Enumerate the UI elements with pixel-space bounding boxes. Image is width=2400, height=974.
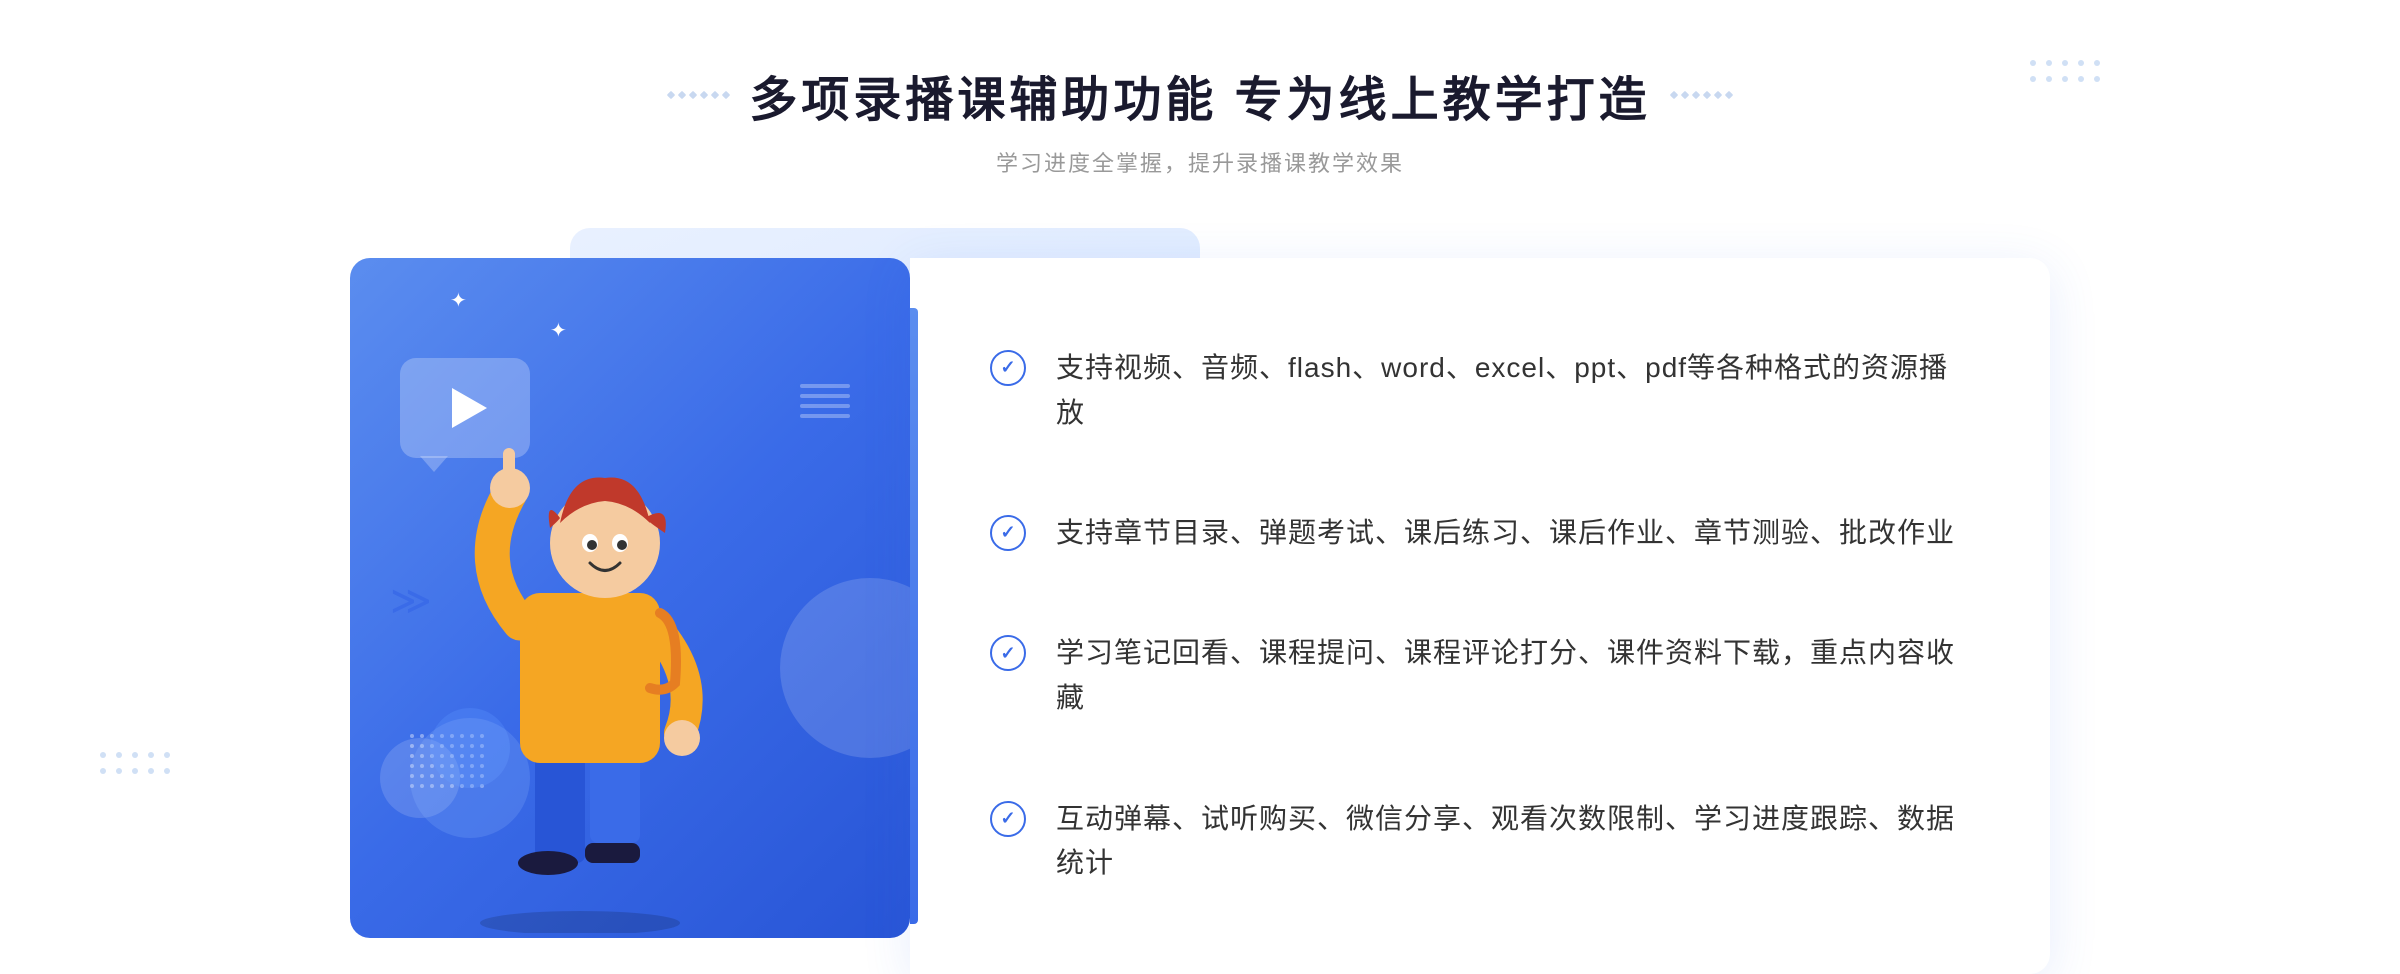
line-decor	[800, 378, 850, 424]
page-container: 多项录播课辅助功能 专为线上教学打造 学习进度全掌握，提升录播课教学效果 ≫	[0, 0, 2400, 974]
content-area: ≫	[350, 228, 2050, 974]
check-icon-4	[990, 801, 1026, 837]
blue-vertical-bar	[910, 308, 918, 924]
feature-text-2: 支持章节目录、弹题考试、课后练习、课后作业、章节测验、批改作业	[1056, 511, 1955, 556]
feature-text-1: 支持视频、音频、flash、word、excel、ppt、pdf等各种格式的资源…	[1056, 346, 1970, 436]
left-chevrons: ≫	[390, 578, 432, 624]
title-row: 多项录播课辅助功能 专为线上教学打造	[668, 60, 1731, 130]
right-features-panel: 支持视频、音频、flash、word、excel、ppt、pdf等各种格式的资源…	[910, 258, 2050, 974]
dots-bottom-left	[100, 752, 170, 774]
main-title: 多项录播课辅助功能 专为线上教学打造	[749, 60, 1650, 130]
check-icon-2	[990, 515, 1026, 551]
dots-top-right	[2030, 60, 2100, 82]
left-illustration-panel: ✦ ✦	[350, 258, 910, 938]
subtitle: 学习进度全掌握，提升录播课教学效果	[668, 146, 1731, 178]
sparkle-2: ✦	[450, 288, 467, 313]
header-section: 多项录播课辅助功能 专为线上教学打造 学习进度全掌握，提升录播课教学效果	[668, 60, 1731, 178]
feature-text-3: 学习笔记回看、课程提问、课程评论打分、课件资料下载，重点内容收藏	[1056, 631, 1970, 721]
feature-item-4: 互动弹幕、试听购买、微信分享、观看次数限制、学习进度跟踪、数据统计	[990, 777, 1970, 907]
right-decorator	[1671, 92, 1732, 98]
feature-item-3: 学习笔记回看、课程提问、课程评论打分、课件资料下载，重点内容收藏	[990, 611, 1970, 741]
left-decorator	[668, 92, 729, 98]
check-icon-1	[990, 350, 1026, 386]
check-icon-3	[990, 635, 1026, 671]
person-illustration	[430, 333, 750, 938]
feature-item-2: 支持章节目录、弹题考试、课后练习、课后作业、章节测验、批改作业	[990, 491, 1970, 576]
feature-text-4: 互动弹幕、试听购买、微信分享、观看次数限制、学习进度跟踪、数据统计	[1056, 797, 1970, 887]
feature-item-1: 支持视频、音频、flash、word、excel、ppt、pdf等各种格式的资源…	[990, 326, 1970, 456]
